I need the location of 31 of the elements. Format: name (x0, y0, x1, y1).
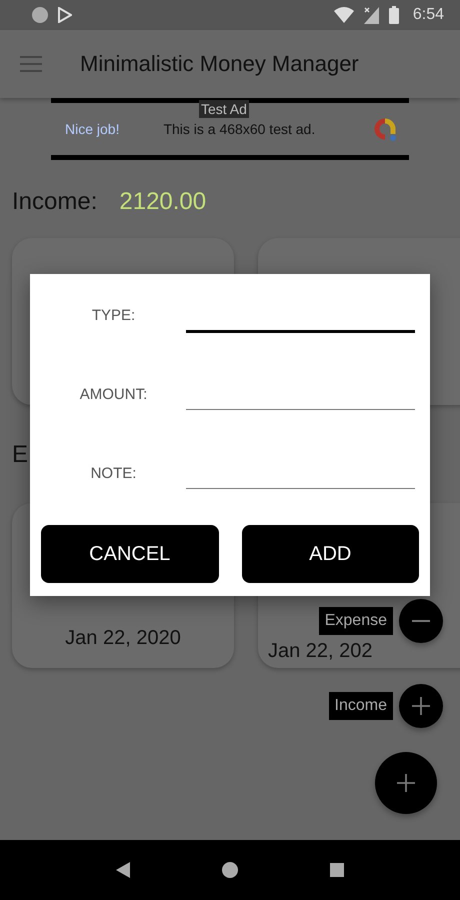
clock-time: 6:54 (412, 6, 444, 24)
circle-icon (32, 7, 48, 23)
minus-icon (412, 620, 430, 622)
ad-banner[interactable]: Test Ad Nice job! This is a 468x60 test ad. (51, 98, 409, 160)
play-icon (58, 7, 72, 23)
expense-date: Jan 22, 2020 (65, 627, 181, 650)
ad-text: This is a 468x60 test ad. (163, 121, 316, 137)
field-label: NOTE: (90, 465, 138, 484)
fab-label: Income (328, 692, 393, 720)
add-button[interactable]: ADD (242, 525, 419, 583)
plus-icon (397, 774, 415, 792)
add-button[interactable] (399, 684, 443, 728)
fab-label: Expense (318, 607, 393, 635)
back-icon[interactable] (116, 862, 130, 878)
ad-badge: Test Ad (199, 100, 249, 118)
field-label: AMOUNT: (78, 386, 148, 405)
income-value: 2120.00 (119, 188, 206, 216)
ad-logo-icon (373, 116, 397, 142)
battery-icon (388, 6, 399, 24)
income-label: Income: (12, 188, 98, 216)
signal-icon (364, 6, 379, 24)
app-title: Minimalistic Money Manager (80, 51, 359, 77)
plus-icon (412, 697, 430, 715)
add-button[interactable] (375, 752, 437, 814)
cancel-button[interactable]: CANCEL (41, 525, 218, 583)
home-icon[interactable] (222, 862, 238, 878)
expense-date: Jan 22, 202 (268, 640, 373, 663)
field-label: TYPE: (90, 307, 136, 326)
expenses-heading: E (12, 441, 28, 469)
ad-headline: Nice job! (65, 121, 120, 137)
wifi-icon (334, 7, 354, 23)
